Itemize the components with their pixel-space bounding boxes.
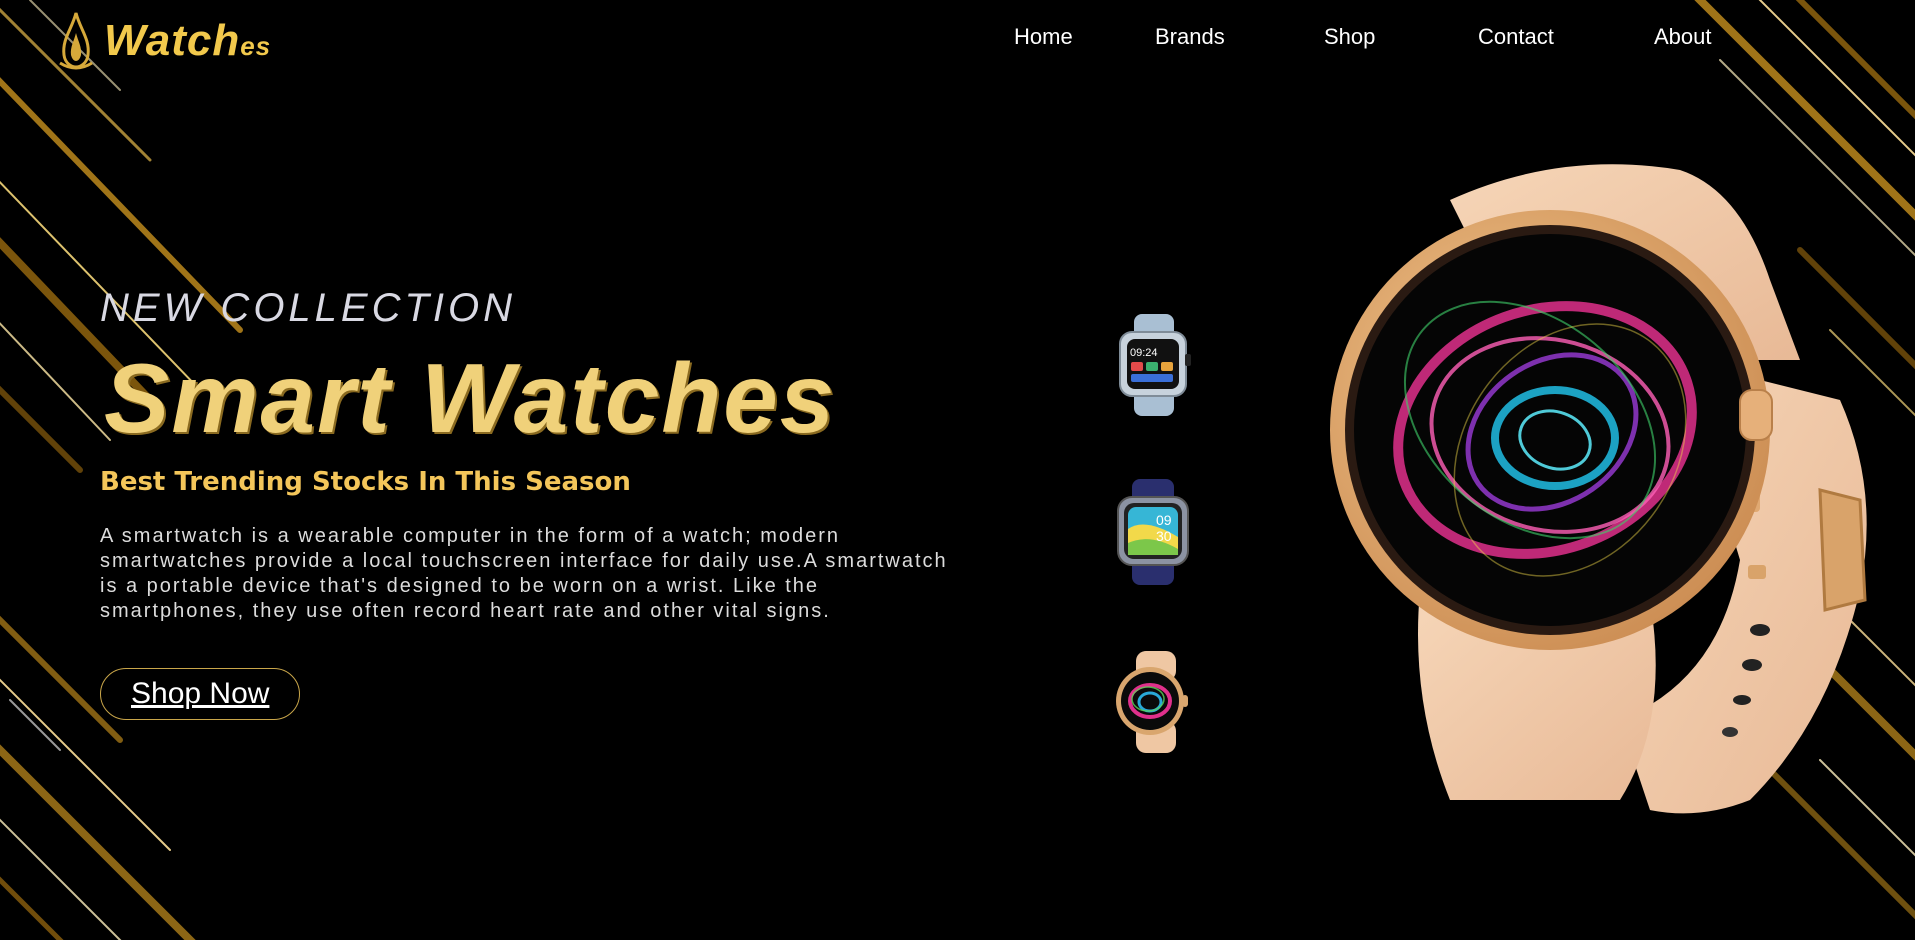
nav-contact-link[interactable]: Contact xyxy=(1478,24,1654,50)
hero-description: A smartwatch is a wearable computer in t… xyxy=(100,525,948,622)
hero-title: Smart Watches xyxy=(104,343,837,453)
thumb-screen-time: 09:24 xyxy=(1130,347,1158,359)
nav-home-link[interactable]: Home xyxy=(995,24,1155,50)
thumbnail-rose-gold-watch[interactable] xyxy=(1100,647,1204,755)
featured-rose-gold-smartwatch-icon xyxy=(1330,164,1867,814)
hero-subtitle: Best Trending Stocks In This Season xyxy=(100,467,631,497)
thumb-screen-minute: 30 xyxy=(1156,528,1172,544)
brand-logo[interactable]: Watches xyxy=(54,10,271,72)
hero-eyebrow: NEW COLLECTION xyxy=(100,286,517,330)
nav-about-link[interactable]: About xyxy=(1654,24,1734,50)
flame-logo-icon xyxy=(59,12,93,70)
main-navigation: Home Brands Shop Contact About xyxy=(995,24,1734,50)
hero-section: NEW COLLECTION Smart Watches Best Trendi… xyxy=(100,284,960,720)
rose-gold-round-smartwatch-icon xyxy=(1116,651,1188,753)
thumbnail-blue-watch[interactable]: 09:24 xyxy=(1100,310,1204,418)
nav-shop-link[interactable]: Shop xyxy=(1324,24,1478,50)
blue-square-smartwatch-icon: 09:24 xyxy=(1119,314,1191,416)
nav-brands-link[interactable]: Brands xyxy=(1155,24,1324,50)
thumbnail-navy-watch[interactable]: 09 30 xyxy=(1100,477,1204,585)
shop-now-button[interactable]: Shop Now xyxy=(100,668,301,720)
thumb-screen-hour: 09 xyxy=(1156,512,1172,528)
brand-name: Watches xyxy=(104,16,272,65)
navy-square-smartwatch-icon: 09 30 xyxy=(1117,479,1189,585)
